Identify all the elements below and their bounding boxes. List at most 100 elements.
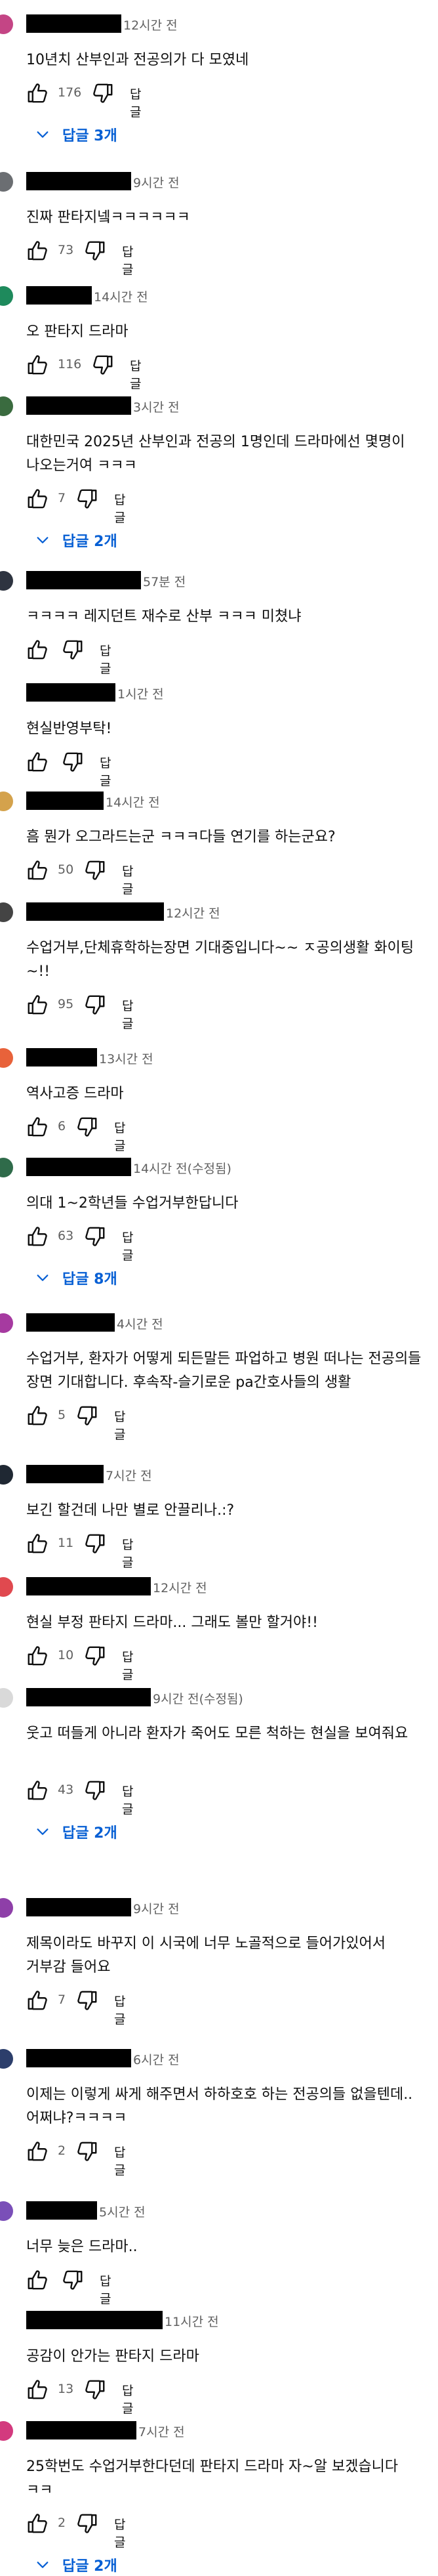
avatar[interactable] <box>0 2311 13 2331</box>
thumbs-up-icon[interactable] <box>26 993 50 1017</box>
comment-text: 현실 부정 판타지 드라마... 그래도 볼만 할거야!! <box>26 1615 318 1631</box>
like-count: 73 <box>58 243 74 257</box>
thumbs-up-icon[interactable] <box>26 2140 50 2163</box>
thumbs-up-icon[interactable] <box>26 487 50 511</box>
thumbs-down-icon[interactable] <box>90 81 114 105</box>
reply-button[interactable]: 답글 <box>122 2381 133 2417</box>
thumbs-up-icon[interactable] <box>26 239 50 263</box>
reply-button[interactable]: 답글 <box>100 2271 111 2307</box>
reply-button[interactable]: 답글 <box>122 862 133 897</box>
thumbs-down-icon[interactable] <box>75 2140 98 2163</box>
thumbs-down-icon[interactable] <box>75 1989 98 2012</box>
thumbs-down-icon[interactable] <box>75 2512 98 2535</box>
thumbs-up-icon[interactable] <box>26 638 50 662</box>
like-count: 6 <box>58 1119 66 1133</box>
avatar[interactable] <box>0 286 13 306</box>
thumbs-up-icon[interactable] <box>26 2268 50 2292</box>
redacted-username <box>26 2049 131 2067</box>
comment-timestamp: 6시간 전 <box>133 2053 180 2067</box>
reply-button[interactable]: 답글 <box>114 2515 125 2550</box>
thumbs-down-icon[interactable] <box>83 858 106 882</box>
redacted-username <box>26 286 92 305</box>
thumbs-up-icon[interactable] <box>26 1779 50 1802</box>
reply-button[interactable]: 답글 <box>122 1647 133 1683</box>
reply-button[interactable]: 답글 <box>122 1535 133 1571</box>
thumbs-down-icon[interactable] <box>83 2378 106 2401</box>
reply-button[interactable]: 답글 <box>122 1228 133 1263</box>
avatar[interactable] <box>0 1688 13 1708</box>
reply-button[interactable]: 답글 <box>114 1118 125 1154</box>
thumbs-up-icon[interactable] <box>26 750 50 774</box>
comment-text: 공감이 안가는 판타지 드라마 <box>26 2348 199 2365</box>
redacted-username <box>26 1577 151 1595</box>
thumbs-down-icon[interactable] <box>83 1779 106 1802</box>
avatar[interactable] <box>0 902 13 922</box>
avatar[interactable] <box>0 1898 13 1918</box>
thumbs-down-icon[interactable] <box>60 638 84 662</box>
thumbs-up-icon[interactable] <box>26 2512 50 2535</box>
thumbs-up-icon[interactable] <box>26 858 50 882</box>
thumbs-down-icon[interactable] <box>83 1225 106 1248</box>
avatar[interactable] <box>0 792 13 811</box>
reply-button[interactable]: 답글 <box>100 753 111 789</box>
thumbs-up-icon[interactable] <box>26 1225 50 1248</box>
like-count: 2 <box>58 2516 66 2530</box>
avatar[interactable] <box>0 1158 13 1177</box>
avatar[interactable] <box>0 2049 13 2069</box>
comment-timestamp: 9시간 전 <box>133 1902 180 1916</box>
reply-button[interactable]: 답글 <box>114 490 125 526</box>
redacted-username <box>26 396 131 415</box>
avatar[interactable] <box>0 396 13 416</box>
thumbs-up-icon[interactable] <box>26 1115 50 1139</box>
reply-button[interactable]: 답글 <box>114 2143 125 2178</box>
avatar[interactable] <box>0 14 13 34</box>
thumbs-down-icon[interactable] <box>75 1115 98 1139</box>
reply-button[interactable]: 답글 <box>114 1992 125 2027</box>
thumbs-down-icon[interactable] <box>83 1644 106 1668</box>
thumbs-up-icon[interactable] <box>26 1644 50 1668</box>
comment-text: 의대 1~2학년들 수업거부한답니다 <box>26 1195 239 1212</box>
comment-timestamp: 12시간 전 <box>166 906 220 921</box>
comment-timestamp: 7시간 전 <box>138 2425 185 2439</box>
reply-button[interactable]: 답글 <box>130 85 141 120</box>
avatar[interactable] <box>0 571 13 591</box>
thumbs-up-icon[interactable] <box>26 1532 50 1555</box>
thumbs-down-icon[interactable] <box>90 353 114 377</box>
thumbs-up-icon[interactable] <box>26 1989 50 2012</box>
reply-button[interactable]: 답글 <box>122 242 133 278</box>
like-count: 7 <box>58 491 66 505</box>
like-count: 11 <box>58 1536 74 1550</box>
comment-text: 이제는 이렇게 싸게 해주면서 하하호호 하는 전공의들 없을텐데.. 어쩌냐?… <box>26 2086 418 2126</box>
avatar[interactable] <box>0 1048 13 1068</box>
thumbs-up-icon[interactable] <box>26 1404 50 1427</box>
reply-button[interactable]: 답글 <box>100 641 111 677</box>
comment-text: 역사고증 드라마 <box>26 1086 124 1102</box>
avatar[interactable] <box>0 172 13 192</box>
thumbs-down-icon[interactable] <box>83 993 106 1017</box>
avatar[interactable] <box>0 1577 13 1597</box>
reply-button[interactable]: 답글 <box>122 1782 133 1817</box>
thumbs-down-icon[interactable] <box>83 239 106 263</box>
avatar[interactable] <box>0 1313 13 1333</box>
thumbs-down-icon[interactable] <box>60 2268 84 2292</box>
thumbs-down-icon[interactable] <box>75 487 98 511</box>
thumbs-up-icon[interactable] <box>26 81 50 105</box>
avatar[interactable] <box>0 1465 13 1485</box>
redacted-username <box>26 1313 115 1332</box>
reply-button[interactable]: 답글 <box>114 1407 125 1443</box>
reply-button[interactable]: 답글 <box>122 996 133 1032</box>
avatar[interactable] <box>0 2421 13 2441</box>
avatar[interactable] <box>0 683 13 703</box>
reply-button[interactable]: 답글 <box>130 356 141 392</box>
replies-count: 답글 2개 <box>62 534 117 550</box>
comment-timestamp: 4시간 전 <box>117 1317 163 1332</box>
thumbs-down-icon[interactable] <box>83 1532 106 1555</box>
thumbs-down-icon[interactable] <box>75 1404 98 1427</box>
like-count: 2 <box>58 2143 66 2158</box>
avatar[interactable] <box>0 2201 13 2221</box>
thumbs-down-icon[interactable] <box>60 750 84 774</box>
thumbs-up-icon[interactable] <box>26 353 50 377</box>
thumbs-up-icon[interactable] <box>26 2378 50 2401</box>
like-count: 95 <box>58 997 74 1011</box>
redacted-username <box>26 1898 131 1916</box>
